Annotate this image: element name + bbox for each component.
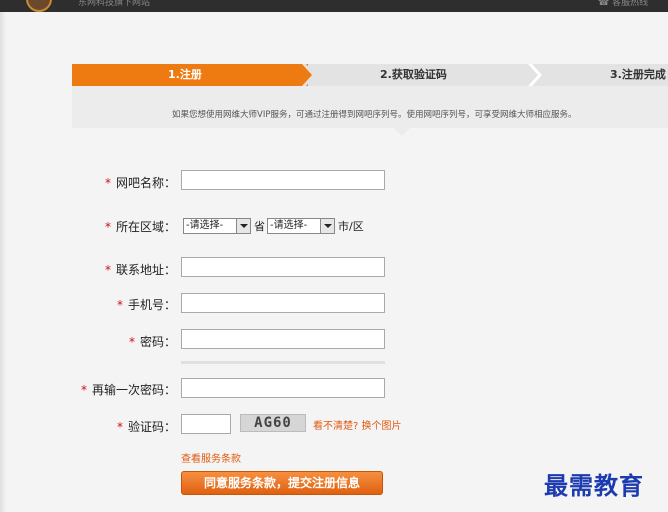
step-register-label: 1.注册 <box>168 68 202 81</box>
address-label: * 联系地址： <box>105 261 176 278</box>
province-select-value: -请选择- <box>186 220 224 231</box>
step-complete: 3.注册完成 <box>534 64 668 86</box>
intro-text: 如果您想使用网维大师VIP服务，可通过注册得到网吧序列号。使用网吧序列号，可享受… <box>172 110 577 120</box>
required-mark: * <box>116 420 123 434</box>
captcha-label-text: 验证码： <box>127 420 176 434</box>
service-hotline-text: 客服热线 <box>612 0 649 8</box>
step-register: 1.注册 <box>72 64 308 86</box>
intro-pointer <box>392 126 412 136</box>
city-select[interactable]: -请选择- <box>267 218 335 234</box>
submit-button[interactable]: 同意服务条款，提交注册信息 <box>181 471 383 495</box>
phone-label: * 手机号： <box>117 296 176 313</box>
required-mark: * <box>128 335 135 349</box>
password-label: * 密码： <box>129 333 176 350</box>
city-select-value: -请选择- <box>270 220 308 231</box>
province-select[interactable]: -请选择- <box>183 218 251 234</box>
address-input[interactable] <box>181 257 385 277</box>
cafe-name-label-text: 网吧名称： <box>115 176 176 190</box>
phone-label-text: 手机号： <box>127 298 176 312</box>
step-progress: 1.注册 2.获取验证码 3.注册完成 <box>72 64 668 86</box>
password-confirm-label-text: 再输一次密码： <box>91 383 176 397</box>
captcha-input[interactable] <box>181 414 231 434</box>
service-hotline: ☎ 客服热线 <box>598 0 648 9</box>
captcha-image[interactable]: AG60 <box>240 414 306 432</box>
top-bar: 东网科技旗下网站 ☎ 客服热线 <box>0 0 668 12</box>
required-mark: * <box>104 176 111 190</box>
password-confirm-input[interactable] <box>181 378 385 398</box>
captcha-refresh-link[interactable]: 看不清楚? 换个图片 <box>313 417 402 432</box>
required-mark: * <box>104 220 111 234</box>
site-logo[interactable] <box>26 0 52 12</box>
cafe-name-label: * 网吧名称： <box>105 174 176 191</box>
required-mark: * <box>104 263 111 277</box>
step-complete-label: 3.注册完成 <box>610 68 666 81</box>
phone-input[interactable] <box>181 293 385 313</box>
required-mark: * <box>80 383 87 397</box>
cafe-name-input[interactable] <box>181 170 385 190</box>
step-get-code: 2.获取验证码 <box>308 64 534 86</box>
province-unit: 省 <box>254 220 265 233</box>
site-title: 东网科技旗下网站 <box>78 0 151 8</box>
chevron-down-icon[interactable] <box>236 219 250 233</box>
password-strength-bar <box>181 361 385 364</box>
required-mark: * <box>116 298 123 312</box>
captcha-label: * 验证码： <box>117 418 176 435</box>
step-arrow-2 <box>518 64 542 86</box>
chevron-down-icon[interactable] <box>320 219 334 233</box>
region-label: * 所在区域： <box>105 218 176 235</box>
region-label-text: 所在区域： <box>115 220 176 234</box>
step-arrow-1 <box>292 64 316 86</box>
address-label-text: 联系地址： <box>115 263 176 277</box>
left-edge-shadow <box>0 12 6 512</box>
watermark: 最需教育 <box>544 471 644 500</box>
step-get-code-label: 2.获取验证码 <box>380 68 447 81</box>
city-unit: 市/区 <box>338 220 364 233</box>
password-label-text: 密码： <box>139 335 176 349</box>
phone-icon: ☎ <box>598 0 613 8</box>
password-confirm-label: * 再输一次密码： <box>81 381 176 398</box>
password-input[interactable] <box>181 329 385 349</box>
intro-band <box>72 86 668 128</box>
terms-link[interactable]: 查看服务条款 <box>181 450 241 465</box>
